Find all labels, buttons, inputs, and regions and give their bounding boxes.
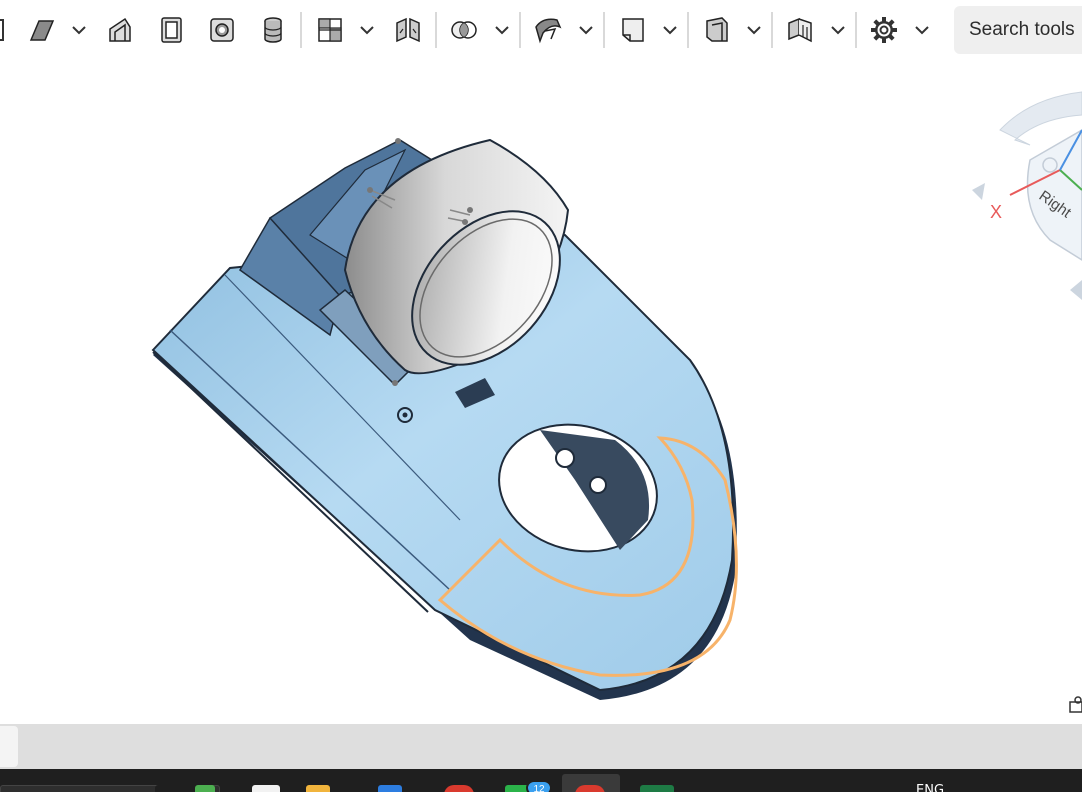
gear-icon[interactable] bbox=[864, 10, 904, 50]
toolbar-divider bbox=[855, 12, 857, 48]
taskbar-folder-icon[interactable] bbox=[306, 785, 330, 792]
toolbar-divider bbox=[603, 12, 605, 48]
boolean-dropdown-chevron-icon[interactable] bbox=[493, 20, 511, 40]
surface-icon[interactable] bbox=[528, 10, 568, 50]
taskbar-app-green-icon[interactable] bbox=[195, 785, 215, 792]
plane-icon[interactable] bbox=[613, 10, 653, 50]
sweep-icon[interactable] bbox=[151, 10, 191, 50]
toolbar-divider bbox=[435, 12, 437, 48]
sheet-metal-dropdown-chevron-icon[interactable] bbox=[745, 20, 763, 40]
extrude-dropdown-chevron-icon[interactable] bbox=[70, 20, 88, 40]
tab-strip bbox=[0, 724, 1082, 769]
cylinder-icon[interactable] bbox=[253, 10, 293, 50]
notification-badge: 12 bbox=[526, 780, 552, 792]
shell-icon[interactable] bbox=[202, 10, 242, 50]
frame-dropdown-chevron-icon[interactable] bbox=[829, 20, 847, 40]
toolbar-divider bbox=[300, 12, 302, 48]
onshape-window: Search tools X Right 12 ENG bbox=[0, 0, 1082, 792]
plane-dropdown-chevron-icon[interactable] bbox=[661, 20, 679, 40]
language-indicator[interactable]: ENG bbox=[916, 783, 944, 792]
measure-icon[interactable] bbox=[1069, 696, 1082, 713]
boolean-icon[interactable] bbox=[444, 10, 484, 50]
toolbar-divider bbox=[771, 12, 773, 48]
toolbar-divider bbox=[519, 12, 521, 48]
taskbar-chrome-icon[interactable] bbox=[444, 785, 474, 792]
pattern-icon[interactable] bbox=[310, 10, 350, 50]
gear-dropdown-chevron-icon[interactable] bbox=[913, 20, 931, 40]
sketch-icon[interactable] bbox=[0, 10, 12, 50]
search-tools-placeholder: Search tools bbox=[969, 19, 1075, 40]
x-axis-label: X bbox=[990, 202, 1002, 222]
os-taskbar: 12 ENG bbox=[0, 769, 1082, 792]
surface-dropdown-chevron-icon[interactable] bbox=[577, 20, 595, 40]
3d-viewport[interactable]: X Right bbox=[0, 60, 1082, 724]
sheet-metal-icon[interactable] bbox=[697, 10, 737, 50]
view-cube[interactable]: X Right bbox=[972, 91, 1082, 300]
revolve-icon[interactable] bbox=[100, 10, 140, 50]
feature-toolbar: Search tools bbox=[0, 0, 1082, 60]
taskbar-excel-icon[interactable] bbox=[640, 785, 674, 792]
frame-icon[interactable] bbox=[780, 10, 820, 50]
mirror-icon[interactable] bbox=[388, 10, 428, 50]
toolbar-divider bbox=[687, 12, 689, 48]
tab-strip-handle[interactable] bbox=[0, 726, 18, 767]
extrude-icon[interactable] bbox=[22, 10, 62, 50]
taskbar-file-explorer-icon[interactable] bbox=[252, 785, 280, 792]
taskbar-onshape-icon[interactable] bbox=[575, 785, 605, 792]
search-tools-input[interactable]: Search tools bbox=[954, 6, 1082, 54]
pattern-dropdown-chevron-icon[interactable] bbox=[358, 20, 376, 40]
taskbar-store-icon[interactable] bbox=[378, 785, 402, 792]
